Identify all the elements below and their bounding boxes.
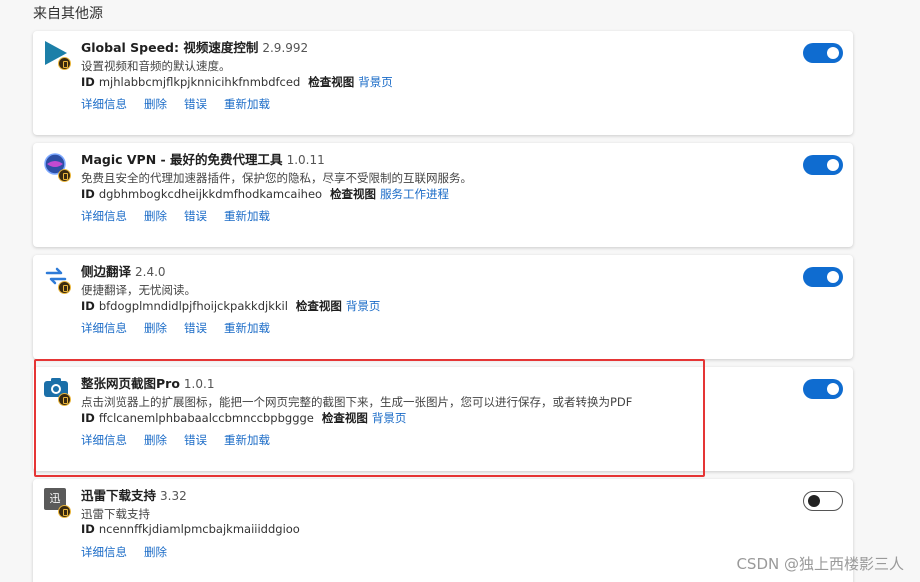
xunlei-icon: 迅 [43,487,73,518]
extension-description: 迅雷下载支持 [81,507,150,521]
extension-name: Magic VPN - 最好的免费代理工具 [81,152,283,167]
remove-button[interactable]: 删除 [144,321,167,335]
errors-button[interactable]: 错误 [184,321,207,335]
id-label: ID [81,187,95,201]
extension-card-xunlei: 迅 迅雷下载支持 3.32 迅雷下载支持 ID ncennffkjdiamlpmcb… [33,479,853,582]
extension-id: ncennffkjdiamlpmcbajkmaiiiddgioo [98,522,300,536]
extension-description: 设置视频和音频的默认速度。 [81,59,231,73]
inspect-views-label: 检查视图 [330,187,377,201]
extension-version: 3.32 [160,489,187,503]
background-page-link[interactable]: 背景页 [358,75,393,89]
enable-toggle[interactable] [803,379,843,399]
extension-id: mjhlabbcmjflkpjknnicihkfnmbdfced [98,75,301,89]
magic-globe-icon [43,151,73,182]
errors-button[interactable]: 错误 [184,97,207,111]
developer-mode-badge-icon [58,505,71,518]
extension-name: 整张网页截图Pro [81,376,180,391]
extension-id: dgbhmbogkcdheijkkdmfhodkamcaiheo [98,187,323,201]
reload-button[interactable]: 重新加载 [224,209,270,223]
extension-version: 1.0.11 [286,153,325,167]
reload-button[interactable]: 重新加载 [224,321,270,335]
extension-card-full-page-screenshot: 整张网页截图Pro 1.0.1 点击浏览器上的扩展图标，能把一个网页完整的截图下来… [33,367,853,471]
details-button[interactable]: 详细信息 [81,209,127,223]
extension-name: 迅雷下载支持 [81,488,157,503]
details-button[interactable]: 详细信息 [81,321,127,335]
extension-version: 2.9.992 [262,41,309,55]
extension-card-global-speed: Global Speed: 视频速度控制 2.9.992 设置视频和音频的默认速度… [33,31,853,135]
developer-mode-badge-icon [58,57,71,70]
errors-button[interactable]: 错误 [184,433,207,447]
remove-button[interactable]: 删除 [144,97,167,111]
enable-toggle[interactable] [803,267,843,287]
reload-button[interactable]: 重新加载 [224,97,270,111]
details-button[interactable]: 详细信息 [81,97,127,111]
play-triangle-icon [43,39,73,70]
id-label: ID [81,299,95,313]
extension-id: ffclcanemlphbabaalccbmnccbpbggge [98,411,314,425]
details-button[interactable]: 详细信息 [81,545,127,559]
watermark: CSDN @独上西楼影三人 [736,555,904,573]
toggle-knob [827,159,839,171]
service-worker-link[interactable]: 服务工作进程 [380,187,449,201]
details-button[interactable]: 详细信息 [81,433,127,447]
id-label: ID [81,522,95,536]
toggle-knob [827,271,839,283]
id-label: ID [81,75,95,89]
developer-mode-badge-icon [58,393,71,406]
extension-card-side-translate: 侧边翻译 2.4.0 便捷翻译，无忧阅读。 ID bfdogplmndidlpjfh… [33,255,853,359]
inspect-views-label: 检查视图 [321,411,368,425]
extension-version: 2.4.0 [135,265,166,279]
inspect-views-label: 检查视图 [308,75,355,89]
extension-name: Global Speed: 视频速度控制 [81,40,259,55]
enable-toggle[interactable] [803,43,843,63]
extension-card-magic-vpn: Magic VPN - 最好的免费代理工具 1.0.11 免费且安全的代理加速器插… [33,143,853,247]
remove-button[interactable]: 删除 [144,209,167,223]
translate-arrows-icon [43,263,73,294]
toggle-knob [827,47,839,59]
developer-mode-badge-icon [58,169,71,182]
id-label: ID [81,411,95,425]
extension-description: 便捷翻译，无忧阅读。 [81,283,196,297]
enable-toggle[interactable] [803,155,843,175]
background-page-link[interactable]: 背景页 [346,299,381,313]
remove-button[interactable]: 删除 [144,433,167,447]
errors-button[interactable]: 错误 [184,209,207,223]
background-page-link[interactable]: 背景页 [372,411,407,425]
inspect-views-label: 检查视图 [295,299,342,313]
remove-button[interactable]: 删除 [144,545,167,559]
toggle-knob [808,495,820,507]
extension-id: bfdogplmndidlpjfhoijckpakkdjkkil [98,299,288,313]
extension-name: 侧边翻译 [81,264,132,279]
extension-version: 1.0.1 [183,377,215,391]
section-title: 来自其他源 [33,6,103,22]
enable-toggle[interactable] [803,491,843,511]
extension-description: 免费且安全的代理加速器插件，保护您的隐私，尽享不受限制的互联网服务。 [81,171,472,185]
extension-description: 点击浏览器上的扩展图标，能把一个网页完整的截图下来，生成一张图片，您可以进行保存… [81,395,633,409]
reload-button[interactable]: 重新加载 [224,433,270,447]
camera-icon [43,375,73,406]
toggle-knob [827,383,839,395]
developer-mode-badge-icon [58,281,71,294]
